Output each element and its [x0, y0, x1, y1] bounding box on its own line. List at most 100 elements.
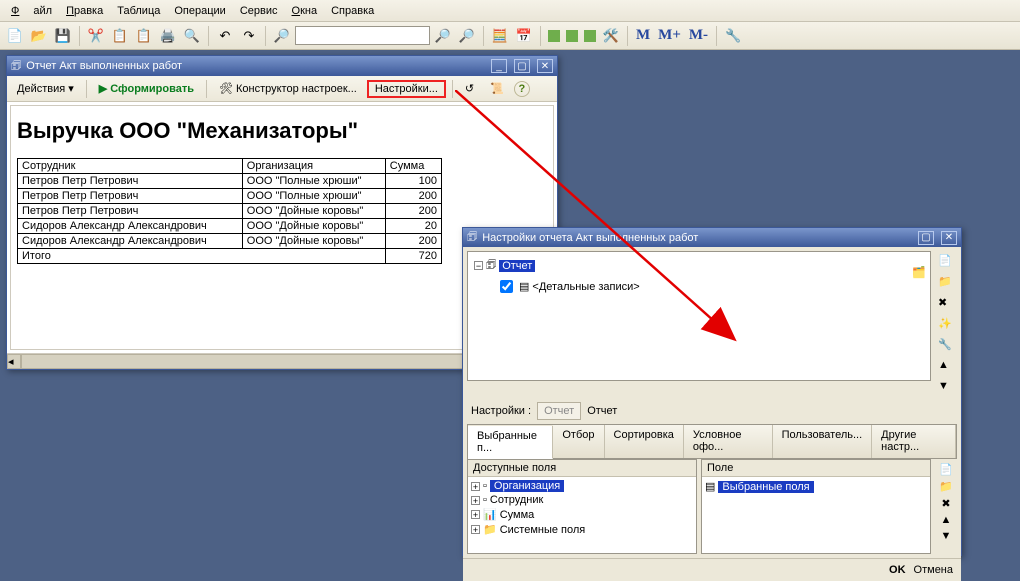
cancel-button[interactable]: Отмена: [914, 564, 953, 576]
settings-tree[interactable]: − 🗊 Отчет ▤ <Детальные записи> 🗂️: [467, 251, 931, 381]
add-field-icon[interactable]: 📄: [939, 463, 953, 476]
paste-icon[interactable]: 📋: [133, 25, 155, 47]
report-table: Сотрудник Организация Сумма Петров Петр …: [17, 158, 442, 264]
tree-settings-icon[interactable]: 🗂️: [908, 252, 930, 380]
menu-file[interactable]: Файл: [4, 2, 59, 20]
restore-settings-icon[interactable]: ↺: [459, 79, 480, 98]
close-icon[interactable]: ✕: [537, 59, 553, 73]
selected-fields-row[interactable]: ▤Выбранные поля: [705, 479, 927, 494]
field-down-icon[interactable]: ▼: [941, 530, 952, 542]
field-sum[interactable]: +📊Сумма: [471, 507, 693, 522]
col-employee: Сотрудник: [18, 159, 243, 174]
field-header: Поле: [702, 460, 930, 477]
cut-icon[interactable]: ✂️: [85, 25, 107, 47]
ok-button[interactable]: OK: [889, 564, 906, 576]
minimize-icon[interactable]: _: [491, 59, 507, 73]
print-icon[interactable]: 🖨️: [157, 25, 179, 47]
add-group-icon[interactable]: 📁: [938, 275, 954, 291]
new-doc-icon[interactable]: 📄: [4, 25, 26, 47]
report-titlebar[interactable]: 🗊 Отчет Акт выполненных работ _ ▢ ✕: [7, 56, 557, 76]
memory-m[interactable]: M: [633, 27, 653, 44]
tree-child[interactable]: <Детальные записи>: [532, 281, 639, 293]
grid3-icon[interactable]: [582, 28, 598, 44]
script-icon[interactable]: 📜: [484, 79, 510, 98]
config-row: Настройки : Отчет Отчет: [463, 396, 961, 424]
move-down-icon[interactable]: ▼: [938, 380, 954, 396]
add-folder-icon[interactable]: 📁: [939, 480, 953, 493]
table-row[interactable]: Петров Петр ПетровичООО "Полные хрюши"20…: [18, 189, 442, 204]
save-icon[interactable]: 💾: [52, 25, 74, 47]
settings-window-title: Настройки отчета Акт выполненных работ: [482, 232, 698, 244]
copy-icon[interactable]: 📋: [109, 25, 131, 47]
config-chip2: Отчет: [587, 405, 617, 417]
options-icon[interactable]: 🔧: [722, 25, 744, 47]
settings-close-icon[interactable]: ✕: [941, 231, 957, 245]
menu-table[interactable]: Таблица: [110, 2, 167, 20]
memory-mminus[interactable]: M-: [686, 27, 711, 44]
field-up-icon[interactable]: ▲: [941, 514, 952, 526]
undo-icon[interactable]: ↶: [214, 25, 236, 47]
grid2-icon[interactable]: [564, 28, 580, 44]
goto-icon[interactable]: 📅: [513, 25, 535, 47]
magic-icon[interactable]: ✨: [938, 317, 954, 333]
tab-user[interactable]: Пользователь...: [773, 425, 873, 458]
search-combo[interactable]: [295, 26, 430, 45]
move-up-icon[interactable]: ▲: [938, 359, 954, 375]
menu-windows[interactable]: Окна: [285, 2, 325, 20]
settings-tabs: Выбранные п... Отбор Сортировка Условное…: [467, 424, 957, 459]
form-button[interactable]: ▶ Сформировать: [93, 79, 200, 98]
config-chip1[interactable]: Отчет: [537, 402, 581, 420]
field-organization[interactable]: +▫Организация: [471, 479, 693, 493]
grid1-icon[interactable]: [546, 28, 562, 44]
props-icon[interactable]: 🔧: [938, 338, 954, 354]
constructor-button[interactable]: 🛠 Конструктор настроек...: [213, 79, 363, 98]
field-employee[interactable]: +▫Сотрудник: [471, 493, 693, 507]
report-heading: Выручка ООО "Механизаторы": [17, 118, 547, 144]
add-item-icon[interactable]: 📄: [938, 254, 954, 270]
settings-maximize-icon[interactable]: ▢: [918, 231, 934, 245]
tree-minus-icon[interactable]: −: [474, 261, 483, 270]
maximize-icon[interactable]: ▢: [514, 59, 530, 73]
memory-mplus[interactable]: M+: [655, 27, 684, 44]
table-row[interactable]: Сидоров Александр АлександровичООО "Дойн…: [18, 219, 442, 234]
tab-conditional[interactable]: Условное офо...: [684, 425, 773, 458]
tree-root[interactable]: Отчет: [499, 260, 535, 272]
preview-icon[interactable]: 🔍: [181, 25, 203, 47]
calc-icon[interactable]: 🧮: [489, 25, 511, 47]
open-icon[interactable]: 📂: [28, 25, 50, 47]
col-org: Организация: [242, 159, 385, 174]
menu-edit[interactable]: Правка: [59, 2, 110, 20]
config-label: Настройки :: [471, 405, 531, 417]
help-icon[interactable]: ?: [514, 81, 530, 97]
settings-button[interactable]: Настройки...: [367, 80, 446, 98]
selected-fields-panel: Поле ▤Выбранные поля: [701, 459, 931, 554]
find-prev-icon[interactable]: 🔎: [456, 25, 478, 47]
find-next-icon[interactable]: 🔎: [432, 25, 454, 47]
tools-icon[interactable]: 🛠️: [600, 25, 622, 47]
report-window-icon: 🗊: [11, 57, 21, 76]
tab-filter[interactable]: Отбор: [553, 425, 604, 458]
find-icon[interactable]: 🔎: [271, 25, 293, 47]
settings-titlebar[interactable]: 🗊 Настройки отчета Акт выполненных работ…: [463, 228, 961, 247]
tab-sort[interactable]: Сортировка: [605, 425, 684, 458]
dialog-buttons: OK Отмена: [463, 558, 961, 581]
available-fields-panel: Доступные поля +▫Организация +▫Сотрудник…: [467, 459, 697, 554]
menu-service[interactable]: Сервис: [233, 2, 285, 20]
table-row[interactable]: Петров Петр ПетровичООО "Дойные коровы"2…: [18, 204, 442, 219]
table-row[interactable]: Сидоров Александр АлександровичООО "Дойн…: [18, 234, 442, 249]
tab-other[interactable]: Другие настр...: [872, 425, 956, 458]
report-node-icon: 🗊: [486, 256, 496, 275]
redo-icon[interactable]: ↷: [238, 25, 260, 47]
fields-vtoolbar: 📄 📁 ✖ ▲ ▼: [935, 459, 957, 554]
detail-checkbox[interactable]: [500, 280, 513, 293]
main-toolbar: 📄 📂 💾 ✂️ 📋 📋 🖨️ 🔍 ↶ ↷ 🔎 🔎 🔎 🧮 📅 🛠️ M M+ …: [0, 22, 1020, 50]
delete-icon[interactable]: ✖: [938, 296, 954, 312]
field-system[interactable]: +📁Системные поля: [471, 522, 693, 537]
menu-help[interactable]: Справка: [324, 2, 381, 20]
available-header: Доступные поля: [468, 460, 696, 477]
remove-field-icon[interactable]: ✖: [941, 497, 950, 510]
actions-dropdown[interactable]: Действия ▾: [11, 79, 80, 98]
table-row[interactable]: Петров Петр ПетровичООО "Полные хрюши"10…: [18, 174, 442, 189]
menu-ops[interactable]: Операции: [167, 2, 232, 20]
tab-selected-fields[interactable]: Выбранные п...: [468, 426, 553, 459]
